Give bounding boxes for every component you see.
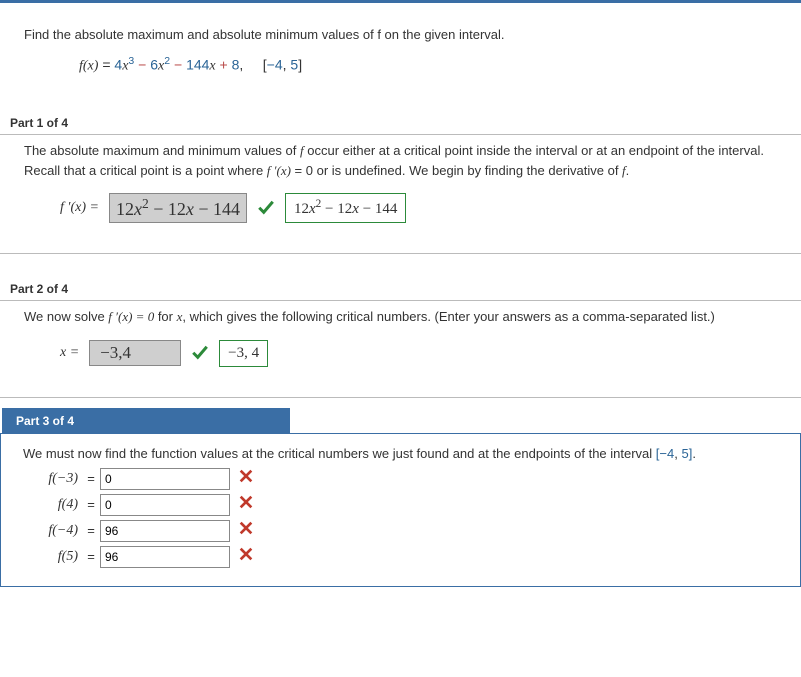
fx-label: f(x) xyxy=(79,58,98,73)
coef-144: 144 xyxy=(186,56,209,72)
p2-text-b: for xyxy=(154,309,176,324)
p1-correct-answer: 12x2 − 12x − 144 xyxy=(285,193,406,223)
eq-sign: = xyxy=(82,521,100,541)
eval-label: f(−4) xyxy=(23,520,82,542)
eq-sign: = xyxy=(82,547,100,567)
interval-a: −4 xyxy=(267,56,283,72)
part2-header: Part 2 of 4 xyxy=(10,282,801,296)
x3: x xyxy=(209,58,215,73)
p3-period: . xyxy=(692,446,696,461)
eval-label: f(4) xyxy=(23,494,82,516)
eval-input[interactable] xyxy=(100,468,230,490)
question-stem: Find the absolute maximum and absolute m… xyxy=(0,13,801,88)
cross-icon xyxy=(238,520,254,542)
stem-equation: f(x) = 4x3 − 6x2 − 144x + 8, [−4, 5] xyxy=(79,55,777,75)
p3-interval-a: −4 xyxy=(659,446,674,461)
stem-prompt: Find the absolute maximum and absolute m… xyxy=(24,25,777,45)
part1-bottom-rule xyxy=(0,253,801,254)
exp-2: 2 xyxy=(164,55,170,67)
p1-answer-label: f ′(x) = xyxy=(60,200,99,216)
p2-student-answer[interactable]: −3,4 xyxy=(89,340,181,366)
check-icon xyxy=(191,343,209,364)
p2-fprime: f ′(x) = 0 xyxy=(108,309,154,324)
p1-eqzero: = 0 xyxy=(291,163,313,178)
part1-header: Part 1 of 4 xyxy=(10,116,801,130)
part3-header: Part 3 of 4 xyxy=(2,408,290,434)
sa-144: 144 xyxy=(213,199,240,219)
eq-sign: = xyxy=(82,495,100,515)
sa-12b: 12 xyxy=(168,199,186,219)
part2-text: We now solve f ′(x) = 0 for x, which giv… xyxy=(0,301,801,329)
p1-text-c: or is undefined. We begin by finding the… xyxy=(313,163,622,178)
p1-fprime: f ′(x) xyxy=(267,163,291,178)
eval-row: f(−4) = xyxy=(23,520,778,542)
sa-exp2: 2 xyxy=(142,196,149,211)
part1-text: The absolute maximum and minimum values … xyxy=(0,135,801,183)
p2-correct-answer: −3, 4 xyxy=(219,340,268,367)
minus-1: − xyxy=(138,56,150,72)
sep-comma: , xyxy=(239,56,258,72)
cross-icon xyxy=(238,468,254,490)
p2-text-a: We now solve xyxy=(24,309,108,324)
check-icon xyxy=(257,198,275,219)
coef-6: 6 xyxy=(150,56,158,72)
eval-input[interactable] xyxy=(100,546,230,568)
part3-container: We must now find the function values at … xyxy=(0,433,801,588)
p3-text-a: We must now find the function values at … xyxy=(23,446,656,461)
minus-2: − xyxy=(174,56,186,72)
part3-text: We must now find the function values at … xyxy=(23,444,778,464)
p1-text-a: The absolute maximum and minimum values … xyxy=(24,143,300,158)
eval-input[interactable] xyxy=(100,520,230,542)
interval-rbracket: ] xyxy=(298,56,302,72)
part2-answer-line: x = −3,4 −3, 4 xyxy=(60,340,801,367)
eval-row: f(5) = xyxy=(23,546,778,568)
eval-input[interactable] xyxy=(100,494,230,516)
part1-answer-line: f ′(x) = 12x2 − 12x − 144 12x2 − 12x − 1… xyxy=(60,193,801,223)
eq-sign: = xyxy=(102,56,114,72)
plus-1: + xyxy=(220,56,232,72)
eval-row: f(−3) = xyxy=(23,468,778,490)
exp-3: 3 xyxy=(128,55,134,67)
top-border xyxy=(0,0,801,3)
cross-icon xyxy=(238,546,254,568)
p1-student-answer[interactable]: 12x2 − 12x − 144 xyxy=(109,193,247,223)
eval-row: f(4) = xyxy=(23,494,778,516)
cross-icon xyxy=(238,494,254,516)
eq-sign: = xyxy=(82,469,100,489)
eval-label: f(5) xyxy=(23,546,82,568)
eval-label: f(−3) xyxy=(23,468,82,490)
p2-text-c: , which gives the following critical num… xyxy=(182,309,715,324)
p1-period: . xyxy=(626,163,630,178)
p3-interval-b: 5 xyxy=(681,446,688,461)
sa-12a: 12 xyxy=(116,199,134,219)
p2-answer-label: x = xyxy=(60,345,79,361)
